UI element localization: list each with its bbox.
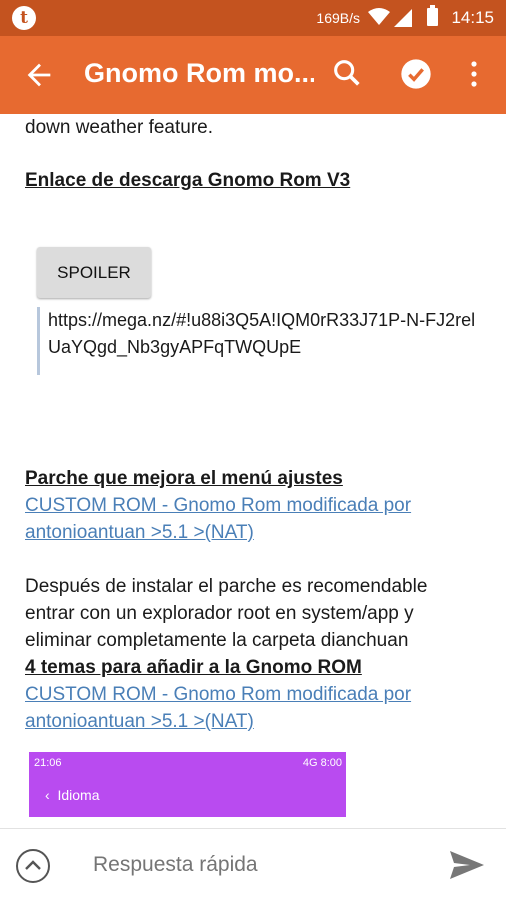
preview-status-right: 4G 8:00 — [302, 757, 342, 769]
themes-heading: 4 temas para añadir a la Gnomo ROM — [25, 657, 362, 678]
back-arrow-icon[interactable] — [22, 58, 56, 92]
screenshot-preview[interactable]: 21:06 4G 8:00 ‹ Idioma — [29, 752, 346, 817]
quick-reply-input[interactable] — [93, 853, 413, 877]
preview-time: 21:06 — [34, 757, 62, 769]
preview-back-icon: ‹ — [45, 787, 50, 803]
check-circle-icon[interactable] — [400, 58, 432, 90]
more-vert-icon[interactable] — [466, 58, 482, 90]
clock: 14:15 — [451, 8, 494, 27]
patch-link[interactable]: CUSTOM ROM - Gnomo Rom modificada por an… — [25, 492, 465, 546]
spoiler-button[interactable]: SPOILER — [37, 247, 151, 298]
patch-note: Después de instalar el parche es recomen… — [25, 576, 428, 651]
search-icon[interactable] — [330, 56, 364, 90]
post-content: down weather feature. Enlace de descarga… — [0, 114, 506, 828]
patch-heading: Parche que mejora el menú ajustes — [25, 468, 343, 489]
app-notification-icon: t — [12, 6, 36, 30]
themes-link[interactable]: CUSTOM ROM - Gnomo Rom modificada por an… — [25, 681, 465, 735]
post-text: down weather feature. — [25, 117, 214, 138]
spoiler-link[interactable]: https://mega.nz/#!u88i3Q5A!IQM0rR33J71P-… — [37, 307, 488, 375]
preview-status-bar: 21:06 4G 8:00 — [29, 752, 346, 774]
download-heading: Enlace de descarga Gnomo Rom V3 — [25, 170, 351, 191]
quick-reply-bar — [0, 828, 506, 901]
signal-icon — [394, 9, 412, 27]
expand-up-icon[interactable] — [16, 849, 50, 883]
network-rate: 169B/s — [316, 10, 360, 26]
battery-icon — [427, 5, 438, 26]
preview-nav: ‹ Idioma — [45, 787, 99, 803]
status-bar: t 169B/s 14:15 — [0, 0, 506, 36]
wifi-icon — [368, 8, 390, 25]
page-title: Gnomo Rom mo... — [84, 58, 314, 88]
send-icon[interactable] — [450, 851, 484, 879]
preview-nav-label: Idioma — [57, 787, 100, 803]
app-toolbar: Gnomo Rom mo... — [0, 36, 506, 114]
